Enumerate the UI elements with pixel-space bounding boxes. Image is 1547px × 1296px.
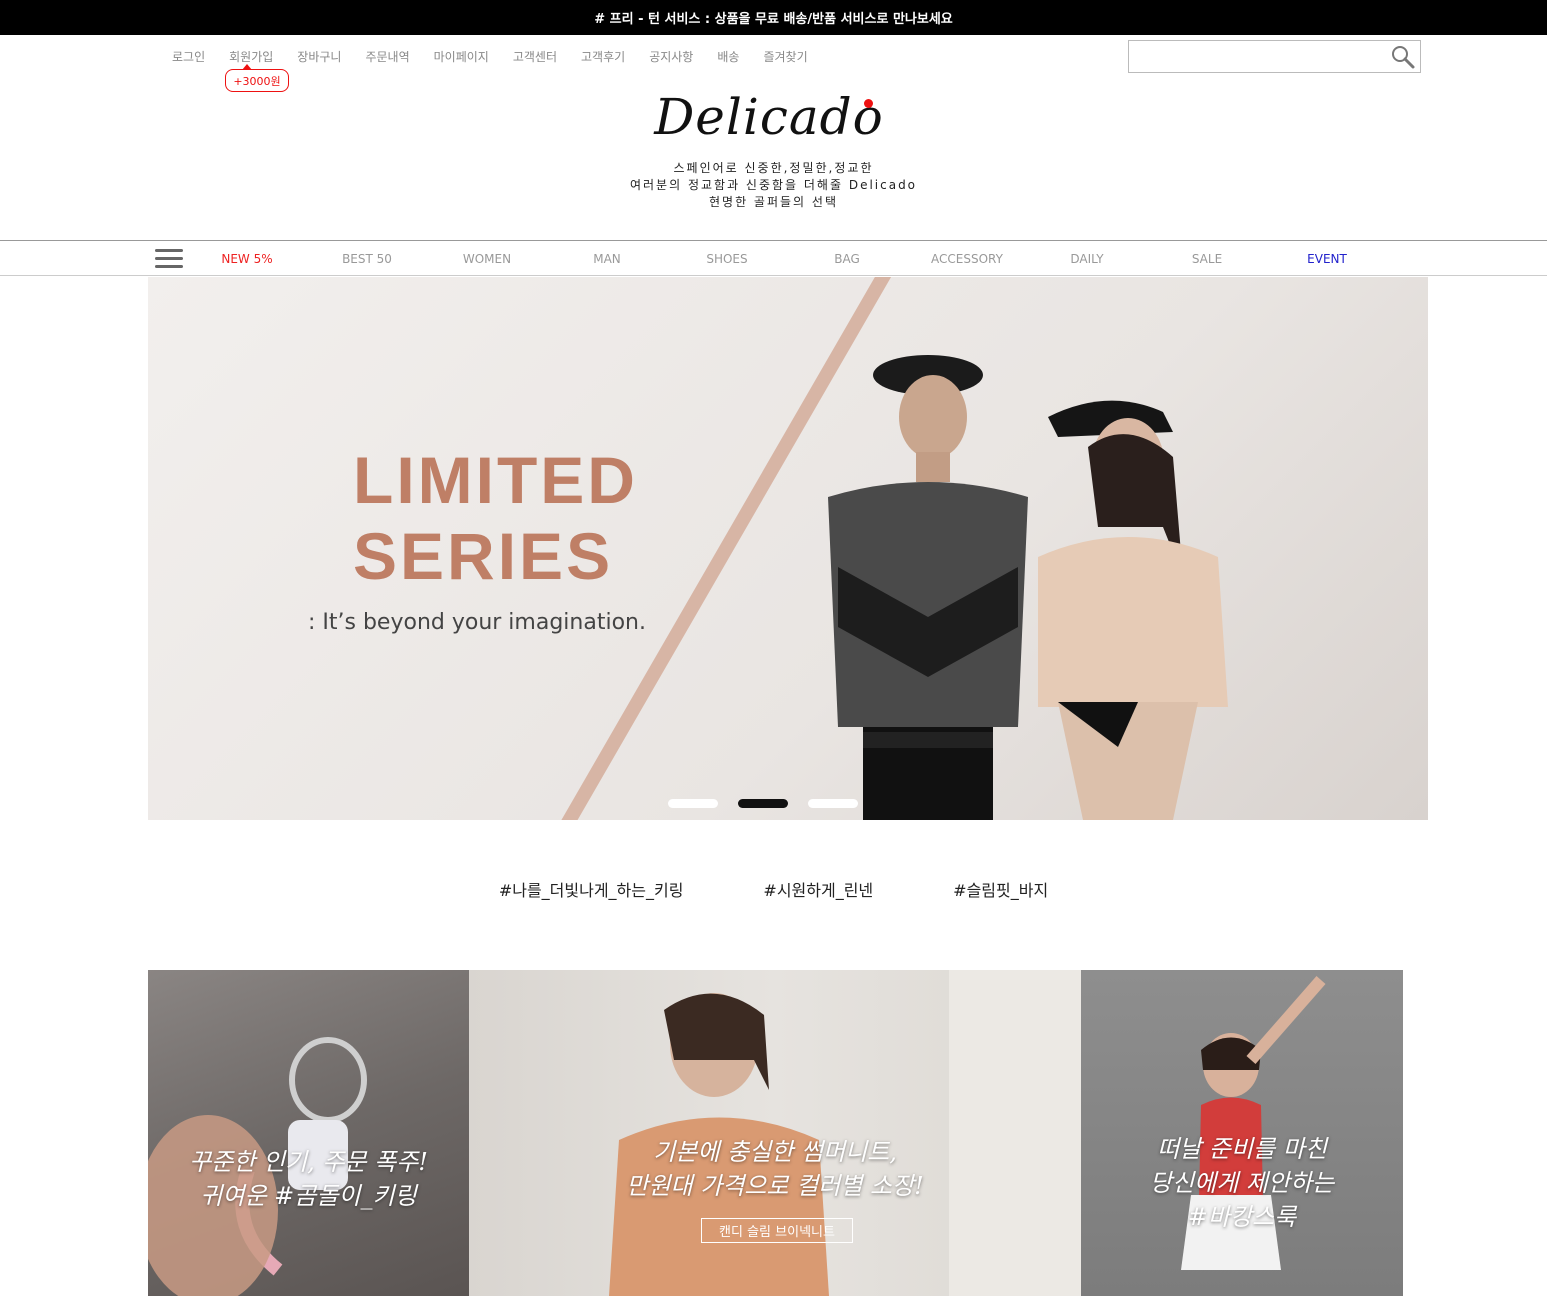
caption-line: #바캉스룩 (1187, 1203, 1297, 1231)
tile-caption: 떠날 준비를 마친 당신에게 제안하는 #바캉스룩 (1081, 1132, 1403, 1234)
hero-title-line: SERIES (353, 519, 614, 593)
brand-tagline: 스페인어로 신중한,정밀한,정교한 여러분의 정교함과 신중함을 더해줄 Del… (0, 160, 1547, 211)
keyring-image (148, 1037, 367, 1296)
nav-item-shoes[interactable]: SHOES (667, 252, 787, 266)
global-nav: NEW 5% BEST 50 WOMEN MAN SHOES BAG ACCES… (0, 240, 1547, 276)
search-box (1128, 40, 1421, 73)
hamburger-menu-icon[interactable] (155, 249, 183, 269)
slider-pagination (668, 799, 878, 808)
nav-item-new[interactable]: NEW 5% (187, 252, 307, 266)
hashtag-link[interactable]: #나를_더빛나게_하는_키링 (499, 877, 684, 901)
util-reviews-link[interactable]: 고객후기 (581, 48, 625, 65)
hashtag-links: #나를_더빛나게_하는_키링 #시원하게_린넨 #슬림핏_바지 (0, 877, 1547, 901)
utility-nav: 로그인 회원가입 장바구니 주문내역 마이페이지 고객센터 고객후기 공지사항 … (160, 48, 820, 65)
promo-tile-vacation[interactable]: 떠날 준비를 마친 당신에게 제안하는 #바캉스룩 (1081, 970, 1403, 1296)
logo-dot-icon (863, 99, 873, 108)
nav-item-accessory[interactable]: ACCESSORY (907, 252, 1027, 266)
util-bookmark-link[interactable]: 즐겨찾기 (763, 48, 807, 65)
promo-tile-keyring[interactable]: 꾸준한 인기, 주문 폭주! 귀여운 #곰돌이_키링 (148, 970, 469, 1296)
search-input[interactable] (1133, 41, 1390, 72)
nav-item-sale[interactable]: SALE (1147, 252, 1267, 266)
caption-line: 떠날 준비를 마친 (1157, 1135, 1327, 1163)
nav-item-bag[interactable]: BAG (787, 252, 907, 266)
promo-tile-summer-knit[interactable]: 기본에 충실한 썸머니트, 만원대 가격으로 컬러별 소장! 캔디 슬림 브이넥… (469, 970, 1081, 1296)
logo-text: Delicado (654, 88, 884, 146)
nav-item-best[interactable]: BEST 50 (307, 252, 427, 266)
slide-dot-active[interactable] (738, 799, 788, 808)
category-menu: NEW 5% BEST 50 WOMEN MAN SHOES BAG ACCES… (187, 241, 1387, 276)
util-signup-link[interactable]: 회원가입 (229, 48, 273, 65)
nav-item-man[interactable]: MAN (547, 252, 667, 266)
util-cart-link[interactable]: 장바구니 (297, 48, 341, 65)
tile-caption: 꾸준한 인기, 주문 폭주! 귀여운 #곰돌이_키링 (148, 1145, 469, 1213)
hero-subtitle: : It’s beyond your imagination. (308, 610, 646, 635)
util-login-link[interactable]: 로그인 (172, 48, 205, 65)
nav-item-women[interactable]: WOMEN (427, 252, 547, 266)
tagline-line: 스페인어로 신중한,정밀한,정교한 (673, 161, 874, 175)
caption-line: 만원대 가격으로 컬러별 소장! (626, 1172, 924, 1200)
util-delivery-link[interactable]: 배송 (717, 48, 739, 65)
top-banner-text: # 프리 - 턴 서비스 : 상품을 무료 배송/반품 서비스로 만나보세요 (594, 12, 953, 27)
nav-item-daily[interactable]: DAILY (1027, 252, 1147, 266)
caption-line: 귀여운 #곰돌이_키링 (200, 1182, 417, 1210)
caption-line: 꾸준한 인기, 주문 폭주! (189, 1148, 428, 1176)
brand-logo[interactable]: Delicado (0, 88, 1547, 146)
util-mypage-link[interactable]: 마이페이지 (434, 48, 489, 65)
tile-caption: 기본에 충실한 썸머니트, 만원대 가격으로 컬러별 소장! (469, 1135, 1081, 1203)
util-notice-link[interactable]: 공지사항 (649, 48, 693, 65)
top-banner[interactable]: # 프리 - 턴 서비스 : 상품을 무료 배송/반품 서비스로 만나보세요 (0, 0, 1547, 35)
female-model-image (1038, 400, 1228, 820)
hashtag-link[interactable]: #슬림핏_바지 (953, 877, 1048, 901)
util-customer-center-link[interactable]: 고객센터 (513, 48, 557, 65)
slide-dot[interactable] (808, 799, 858, 808)
util-orders-link[interactable]: 주문내역 (365, 48, 409, 65)
caption-line: 기본에 충실한 썸머니트, (653, 1138, 897, 1166)
hero-title: LIMITED SERIES (353, 442, 638, 594)
caption-line: 당신에게 제안하는 (1149, 1169, 1335, 1197)
magnifier-icon[interactable] (1390, 44, 1416, 70)
nav-item-event[interactable]: EVENT (1267, 252, 1387, 266)
hero-banner[interactable]: LIMITED SERIES : It’s beyond your imagin… (148, 277, 1428, 820)
hashtag-link[interactable]: #시원하게_린넨 (763, 877, 873, 901)
tagline-line: 현명한 골퍼들의 선택 (709, 195, 838, 209)
hero-title-line: LIMITED (353, 443, 638, 517)
slide-dot[interactable] (668, 799, 718, 808)
tagline-line: 여러분의 정교함과 신중함을 더해줄 Delicado (629, 178, 918, 192)
product-link-button[interactable]: 캔디 슬림 브이넥니트 (701, 1218, 853, 1243)
knit-model-image (609, 970, 1081, 1296)
